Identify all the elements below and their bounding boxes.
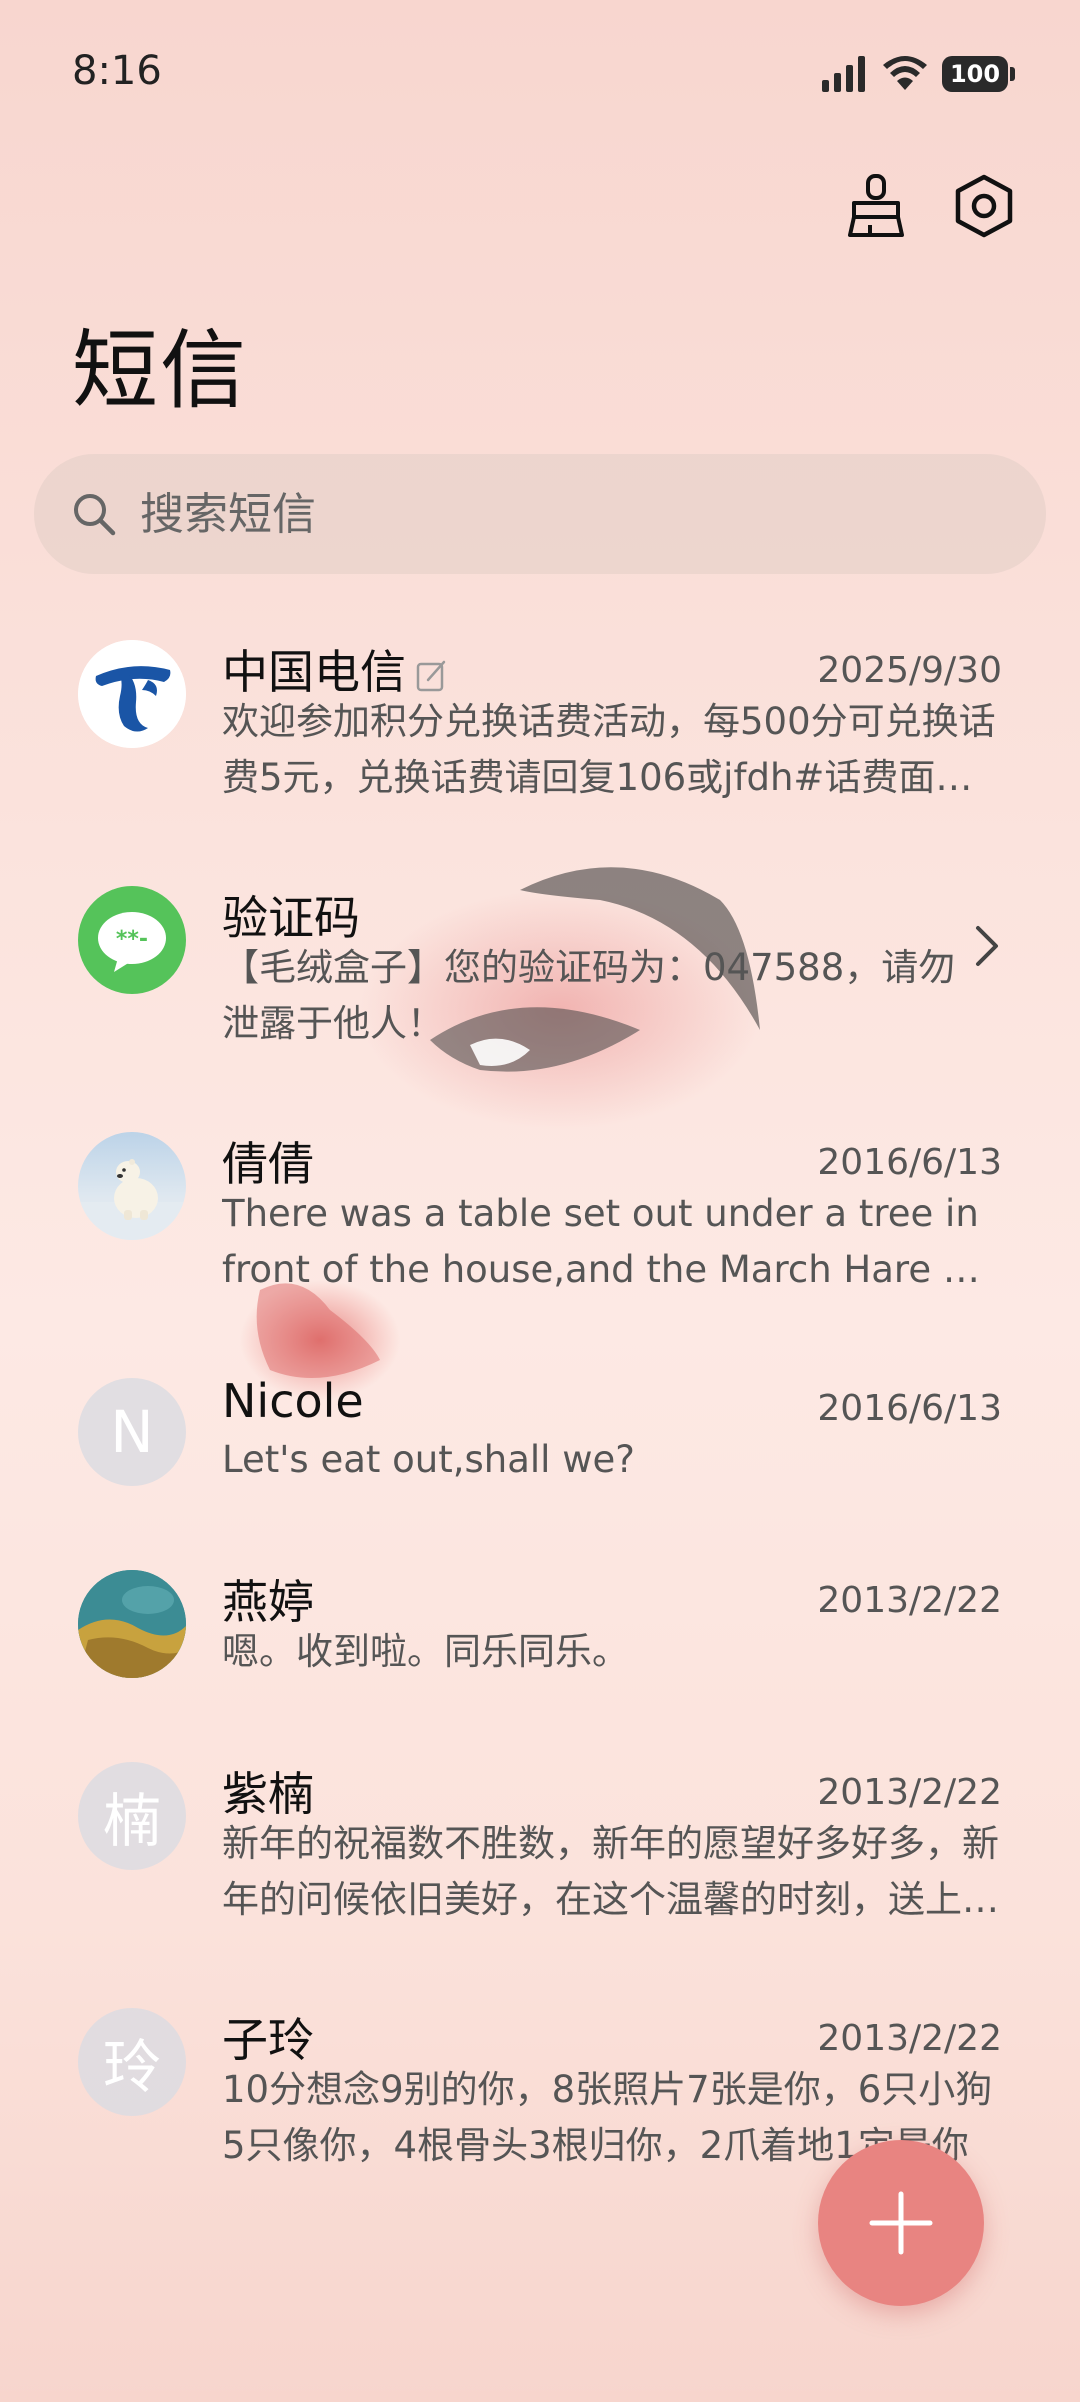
conversation-name: 中国电信 [222,636,450,702]
avatar: **- [78,886,186,994]
clean-button[interactable] [840,170,912,242]
conversation-preview: Let's eat out,shall we? [222,1438,635,1481]
conversation-preview: 【毛绒盒子】您的验证码为：047588，请勿泄露于他人！ [222,946,956,1045]
conversation-name: 燕婷 [222,1575,314,1629]
plus-icon [869,2191,933,2255]
chevron-right-icon[interactable] [966,922,1006,970]
avatar: 楠 [78,1762,186,1870]
conversation-date: 2016/6/13 [817,1142,1002,1183]
status-bar: 8:16 100 [0,0,1080,140]
conversation-date: 2013/2/22 [817,1580,1002,1621]
conversation-preview: 嗯。收到啦。同乐同乐。 [222,1630,629,1673]
conversation-date: 2025/9/30 [817,650,1002,691]
search-input[interactable] [138,487,942,541]
new-message-button[interactable] [818,2140,984,2306]
draft-edit-icon [416,660,446,691]
conversation-preview: 欢迎参加积分兑换话费活动，每500分可兑换话费5元，兑换话费请回复106或jfd… [222,700,996,799]
svg-text:**-: **- [116,927,148,952]
conversation-name: Nicole [222,1374,364,1428]
battery-level: 100 [949,60,1001,88]
conversation-name-text: 中国电信 [222,645,406,699]
conversation-name: 子玲 [222,2013,314,2067]
conversation-name: 紫楠 [222,1767,314,1821]
broom-icon [848,174,904,237]
china-telecom-logo-icon [78,640,186,748]
signal-icon [822,56,865,92]
status-icons: 100 [822,56,1015,92]
page-title: 短信 [72,321,248,421]
wifi-icon [883,56,927,90]
conversation-item[interactable]: 楠 紫楠 2013/2/22 新年的祝福数不胜数，新年的愿望好多好多，新年的问候… [0,1732,1080,1952]
verification-code-icon: **- [98,912,166,972]
status-time: 8:16 [72,48,162,94]
avatar: N [78,1378,186,1486]
settings-icon [955,174,1013,238]
conversation-item[interactable]: 燕婷 2013/2/22 嗯。收到啦。同乐同乐。 [0,1540,1080,1710]
conversation-date: 2013/2/22 [817,1772,1002,1813]
battery-icon: 100 [942,56,1015,92]
avatar [78,640,186,748]
conversation-item[interactable]: N Nicole 2016/6/13 Let's eat out,shall w… [0,1348,1080,1518]
search-icon [70,490,118,538]
conversation-preview: There was a table set out under a tree i… [222,1192,989,1291]
settings-button[interactable] [948,170,1020,242]
conversation-item[interactable]: 倩倩 2016/6/13 There was a table set out u… [0,1102,1080,1322]
avatar [78,1570,186,1678]
conversation-date: 2016/6/13 [817,1388,1002,1429]
avatar: 玲 [78,2008,186,2116]
polar-bear-photo [78,1159,186,1240]
conversation-date: 2013/2/22 [817,2018,1002,2059]
conversation-item[interactable]: 中国电信 2025/9/30 欢迎参加积分兑换话费活动，每500分可兑换话费5元… [0,610,1080,830]
landscape-photo [78,1570,186,1678]
header-actions [840,170,1020,242]
conversation-preview: 新年的祝福数不胜数，新年的愿望好多好多，新年的问候依旧美好，在这个温馨的时刻，送… [222,1822,999,1921]
conversation-item[interactable]: **- 验证码 【毛绒盒子】您的验证码为：047588，请勿泄露于他人！ [0,856,1080,1076]
avatar [78,1132,186,1240]
conversation-name: 验证码 [222,891,360,945]
search-bar[interactable] [34,454,1046,574]
conversation-name: 倩倩 [222,1137,314,1191]
